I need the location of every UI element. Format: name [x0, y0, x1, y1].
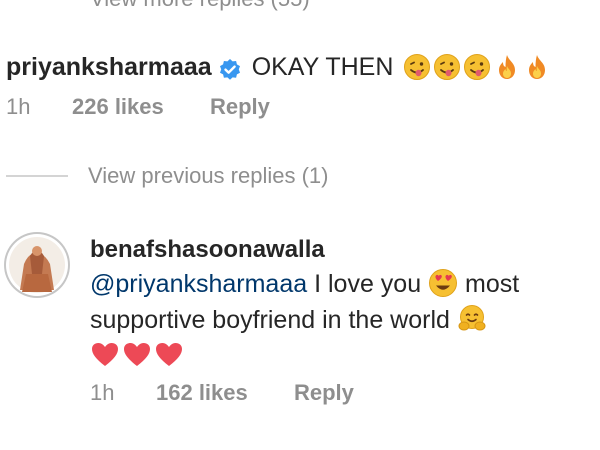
hugging-face-icon: [457, 304, 487, 334]
likes-count[interactable]: 226 likes: [72, 94, 210, 120]
reply-button[interactable]: Reply: [210, 94, 270, 120]
red-heart-icon: [154, 340, 184, 370]
verified-badge-icon: [218, 55, 242, 80]
face-with-tongue-icon: [433, 53, 461, 81]
avatar[interactable]: [6, 234, 68, 296]
fire-icon: [493, 53, 521, 81]
face-with-tongue-icon: [463, 53, 491, 81]
comment-text-part: I love you: [314, 270, 422, 298]
red-heart-icon: [122, 340, 152, 370]
view-more-replies-link[interactable]: View more replies (55): [90, 0, 310, 12]
divider-dash: [6, 175, 68, 177]
comment-text: OKAY THEN: [251, 53, 394, 81]
red-heart-icon: [90, 340, 120, 370]
likes-count[interactable]: 162 likes: [156, 380, 294, 406]
comment-row: priyanksharmaaa OKAY THEN: [6, 48, 551, 86]
mention-link[interactable]: @priyanksharmaaa: [90, 270, 307, 298]
comment-meta: 1h 226 likes Reply: [6, 94, 270, 120]
reply-button[interactable]: Reply: [294, 380, 354, 406]
comment-text: @priyanksharmaaa I love you most support…: [90, 266, 595, 370]
face-with-tongue-icon: [403, 53, 431, 81]
comment-username[interactable]: priyanksharmaaa: [6, 48, 212, 86]
heart-eyes-icon: [428, 268, 458, 298]
hearts-row: [90, 340, 595, 370]
view-previous-replies-label[interactable]: View previous replies (1): [88, 163, 328, 189]
view-previous-replies[interactable]: View previous replies (1): [6, 163, 328, 189]
comment-meta: 1h 162 likes Reply: [90, 380, 354, 406]
comment-timestamp: 1h: [6, 94, 31, 119]
fire-icon: [523, 53, 551, 81]
emoji-group: [403, 53, 551, 81]
comment-username[interactable]: benafshasoonawalla: [90, 234, 325, 266]
comment-timestamp: 1h: [90, 380, 115, 405]
